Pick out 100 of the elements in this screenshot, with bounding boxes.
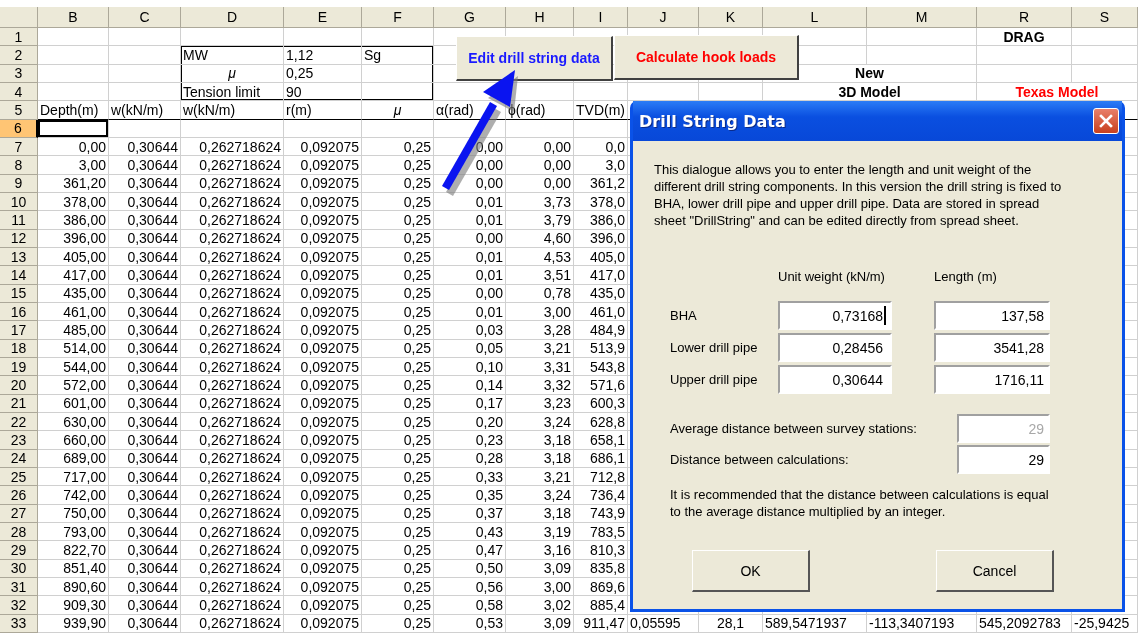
row-header[interactable]: 14	[0, 266, 38, 285]
table-cell: 0,25	[362, 339, 434, 358]
active-cell[interactable]	[38, 119, 109, 138]
table-cell: 361,2	[574, 174, 628, 193]
row-header[interactable]: 26	[0, 486, 38, 505]
table-cell: 484,9	[574, 321, 628, 340]
table-cell: 0,262718624	[181, 156, 284, 175]
close-button[interactable]	[1093, 108, 1119, 134]
table-cell: 461,0	[574, 302, 628, 322]
length-field[interactable]: 3541,28	[934, 333, 1050, 362]
table-cell: 0,30644	[109, 156, 181, 175]
table-cell: 571,6	[574, 376, 628, 395]
table-cell: 0,092075	[284, 192, 362, 212]
table-cell: 4,60	[506, 229, 574, 248]
table-cell: 435,00	[38, 284, 109, 303]
table-cell: 0,30644	[109, 504, 181, 523]
distance-field[interactable]: 29	[957, 445, 1050, 474]
table-cell: 0,092075	[284, 247, 362, 267]
column-header[interactable]: L	[763, 7, 867, 28]
cancel-button[interactable]: Cancel	[936, 550, 1054, 592]
table-cell: 543,8	[574, 357, 628, 377]
ok-button[interactable]: OK	[692, 550, 810, 592]
table-cell: 822,70	[38, 541, 109, 560]
table-cell: 0,092075	[284, 266, 362, 285]
table-cell: 28,1	[699, 614, 763, 633]
table-cell: 0,262718624	[181, 504, 284, 523]
unit-weight-field[interactable]: 0,73168	[778, 301, 892, 330]
table-cell: 0,262718624	[181, 522, 284, 542]
column-header[interactable]: C	[109, 7, 181, 28]
table-cell: 0,30644	[109, 321, 181, 340]
table-cell: 405,0	[574, 247, 628, 267]
table-cell: 0,262718624	[181, 559, 284, 578]
table-cell: 0,262718624	[181, 357, 284, 377]
row-header[interactable]: 2	[0, 46, 38, 65]
table-cell: 0,30644	[109, 266, 181, 285]
table-cell: 3,0	[574, 156, 628, 175]
row-header[interactable]: 17	[0, 321, 38, 340]
edit-data-button[interactable]: Edit drill string data	[456, 36, 613, 81]
column-header[interactable]: E	[284, 7, 362, 28]
table-cell: 0,25	[362, 229, 434, 248]
column-header[interactable]: J	[628, 7, 699, 28]
column-header[interactable]: G	[434, 7, 506, 28]
length-field[interactable]: 1716,11	[934, 365, 1050, 394]
table-cell: 0,0	[574, 137, 628, 157]
table-cell: 0,30644	[109, 522, 181, 542]
table-cell: 0,262718624	[181, 541, 284, 560]
row-header[interactable]: 20	[0, 376, 38, 395]
table-cell: 435,0	[574, 284, 628, 303]
table-cell: 0,30644	[109, 431, 181, 450]
table-cell: 0,262718624	[181, 467, 284, 487]
field-label: Lower drill pipe	[670, 340, 759, 355]
table-cell: 0,262718624	[181, 449, 284, 468]
column-header[interactable]: I	[574, 7, 628, 28]
table-cell: w(kN/m)	[181, 101, 284, 120]
row-header[interactable]: 23	[0, 431, 38, 450]
column-header[interactable]: F	[362, 7, 434, 28]
column-header[interactable]: M	[867, 7, 977, 28]
column-header[interactable]: D	[181, 7, 284, 28]
table-cell: 0,43	[434, 522, 506, 542]
table-cell: 0,30644	[109, 596, 181, 615]
table-cell: 0,262718624	[181, 376, 284, 395]
column-header[interactable]: S	[1072, 7, 1138, 28]
table-cell: 378,00	[38, 192, 109, 212]
table-cell: 0,092075	[284, 211, 362, 230]
table-cell: 461,00	[38, 302, 109, 322]
table-cell: w(kN/m)	[109, 101, 181, 120]
dialog-title: Drill String Data	[639, 111, 786, 131]
row-header[interactable]: 11	[0, 211, 38, 230]
table-cell: 630,00	[38, 412, 109, 432]
length-field[interactable]: 137,58	[934, 301, 1050, 330]
table-cell: 0,25	[362, 431, 434, 450]
row-header[interactable]: 29	[0, 541, 38, 560]
table-cell: 513,9	[574, 339, 628, 358]
table-cell: 0,17	[434, 394, 506, 413]
row-header[interactable]: 5	[0, 101, 38, 120]
row-header[interactable]: 8	[0, 156, 38, 175]
table-cell: 0,78	[506, 284, 574, 303]
table-cell: 0,05	[434, 339, 506, 358]
unit-weight-field[interactable]: 0,30644	[778, 365, 892, 394]
table-cell: 0,30644	[109, 357, 181, 377]
table-cell: 0,25	[362, 376, 434, 395]
table-cell: 0,30644	[109, 577, 181, 597]
table-cell: 0,262718624	[181, 211, 284, 230]
table-cell: 600,3	[574, 394, 628, 413]
column-header[interactable]: K	[699, 7, 763, 28]
table-cell: 0,092075	[284, 302, 362, 322]
table-cell: Depth(m)	[38, 101, 109, 120]
table-cell: 544,00	[38, 357, 109, 377]
row-header[interactable]: 1	[0, 28, 38, 47]
column-header[interactable]: B	[38, 7, 109, 28]
row-header[interactable]: 32	[0, 596, 38, 615]
column-header[interactable]: H	[506, 7, 574, 28]
table-cell: 0,25	[362, 596, 434, 615]
table-cell: 717,00	[38, 467, 109, 487]
table-cell: 0,092075	[284, 467, 362, 487]
column-header[interactable]: R	[977, 7, 1072, 28]
unit-weight-field[interactable]: 0,28456	[778, 333, 892, 362]
table-cell: 0,25	[362, 412, 434, 432]
table-cell: 0,25	[362, 247, 434, 267]
table-cell: 0,30644	[109, 211, 181, 230]
